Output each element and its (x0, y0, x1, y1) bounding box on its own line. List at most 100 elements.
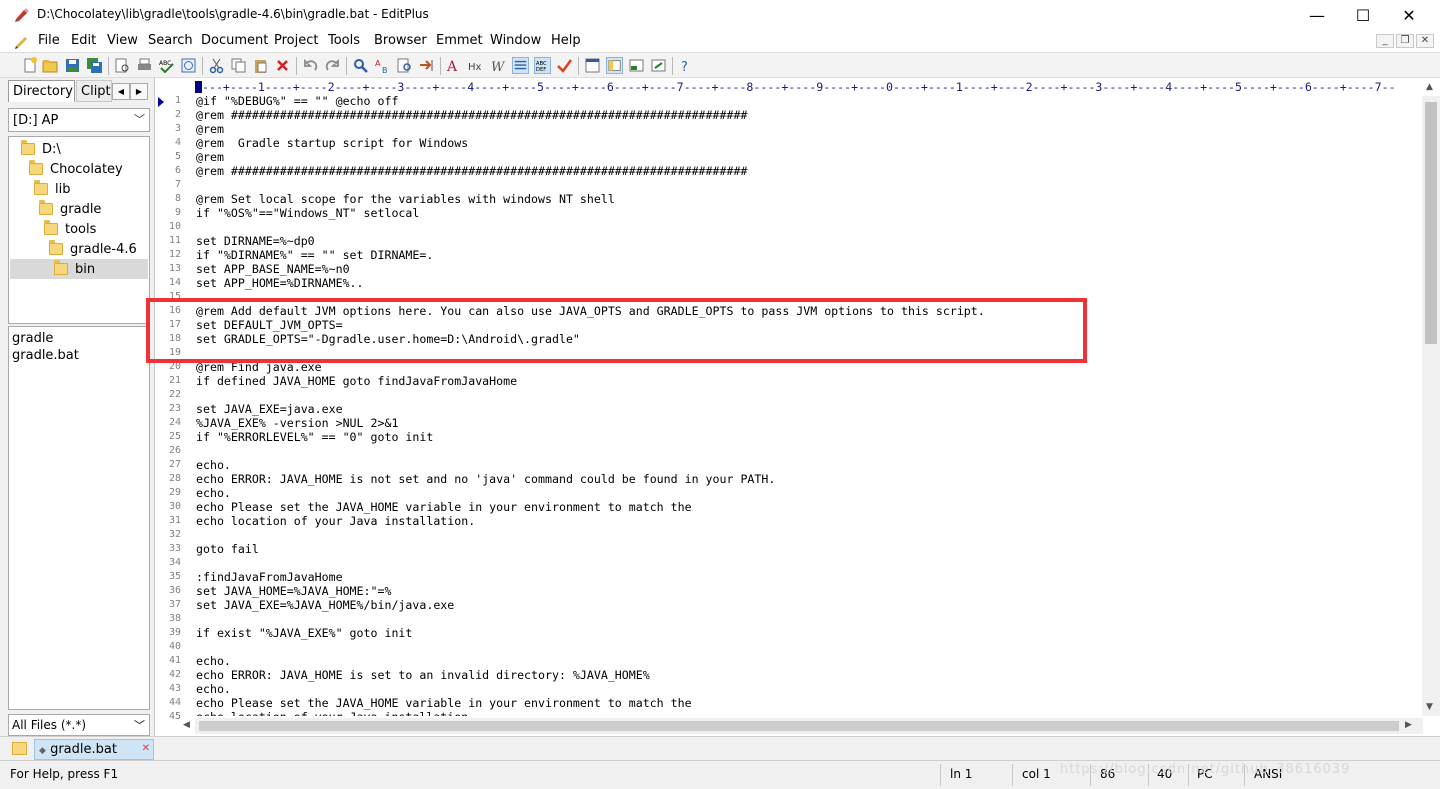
new-file-icon[interactable] (22, 57, 39, 74)
tab-directory[interactable]: Directory (8, 80, 75, 102)
window-list-icon[interactable] (584, 57, 601, 74)
menu-tools[interactable]: Tools (328, 33, 360, 48)
menu-document[interactable]: Document (201, 33, 268, 48)
tree-item-gradle[interactable]: gradle (39, 199, 101, 219)
folder-icon[interactable] (12, 742, 27, 755)
code-line: %JAVA_EXE% -version >NUL 2>&1 (196, 416, 399, 430)
menu-help[interactable]: Help (551, 33, 581, 48)
tree-item-gradle-4-6[interactable]: gradle-4.6 (49, 239, 137, 259)
open-file-icon[interactable] (42, 57, 59, 74)
doc-restore-button[interactable]: ❐ (1396, 34, 1414, 48)
editor-pane[interactable]: ----+----1----+----2----+----3----+----4… (154, 78, 1440, 736)
drive-select[interactable]: [D:] AP ﹀ (8, 108, 150, 132)
directory-tree: D:\ Chocolatey lib gradle tools gradle-4… (8, 136, 150, 324)
file-tab-gradle-bat[interactable]: ◆ gradle.bat ✕ (34, 739, 154, 760)
code-line: echo. (196, 458, 231, 472)
tree-item-tools[interactable]: tools (44, 219, 96, 239)
word-wrap-icon[interactable]: W (490, 57, 507, 74)
chevron-down-icon: ﹀ (134, 719, 145, 732)
vertical-scroll-thumb[interactable] (1425, 102, 1437, 344)
check-mark-icon[interactable] (556, 57, 573, 74)
directory-window-icon[interactable] (606, 57, 623, 74)
tree-item-label: bin (75, 261, 96, 277)
tab-cliptext[interactable]: Cliptext (76, 80, 112, 102)
font-icon[interactable]: A (446, 57, 463, 74)
folder-icon (39, 200, 53, 215)
tab-scroll-left-icon[interactable]: ◀ (112, 83, 130, 100)
output-window-icon[interactable] (650, 57, 667, 74)
status-line: ln 1 (950, 767, 973, 781)
undo-icon[interactable] (302, 57, 319, 74)
menu-edit[interactable]: Edit (71, 33, 96, 48)
line-number: 31 (168, 515, 181, 526)
help-icon[interactable]: ? (678, 57, 695, 74)
window-title: D:\Chocolatey\lib\gradle\tools\gradle-4.… (37, 7, 429, 21)
cut-icon[interactable] (208, 57, 225, 74)
line-number: 26 (168, 445, 181, 456)
vertical-scrollbar[interactable]: ▲ ▼ (1422, 82, 1440, 716)
spell-check-icon[interactable]: ABC (158, 57, 175, 74)
goto-line-icon[interactable] (418, 57, 435, 74)
save-all-icon[interactable] (86, 57, 103, 74)
replace-icon[interactable]: AB (374, 57, 391, 74)
copy-icon[interactable] (230, 57, 247, 74)
line-number: 37 (168, 599, 181, 610)
file-item-gradle[interactable]: gradle (12, 331, 53, 346)
file-filter-select[interactable]: All Files (*.*) ﹀ (8, 714, 150, 736)
close-tab-icon[interactable]: ✕ (142, 743, 150, 754)
line-number: 4 (174, 137, 181, 148)
line-number: 20 (168, 361, 181, 372)
menu-bar: File Edit View Search Document Project T… (0, 30, 1440, 52)
line-number: 22 (168, 389, 181, 400)
tree-item-d-drive[interactable]: D:\ (21, 139, 61, 159)
delete-icon[interactable] (274, 57, 291, 74)
line-number: 41 (168, 655, 181, 666)
menu-search[interactable]: Search (148, 33, 193, 48)
redo-icon[interactable] (324, 57, 341, 74)
print-icon[interactable] (136, 57, 153, 74)
line-number-icon[interactable] (512, 57, 529, 74)
maximize-button[interactable]: ☐ (1340, 0, 1386, 30)
menu-project[interactable]: Project (274, 33, 318, 48)
find-in-files-icon[interactable] (396, 57, 413, 74)
scroll-left-icon[interactable]: ◀ (183, 720, 190, 730)
menu-file[interactable]: File (38, 33, 60, 48)
save-icon[interactable] (64, 57, 81, 74)
scroll-down-icon[interactable]: ▼ (1426, 702, 1433, 712)
hex-view-icon[interactable]: Hx (468, 57, 485, 74)
menu-window[interactable]: Window (490, 33, 541, 48)
scroll-right-icon[interactable]: ▶ (1405, 720, 1412, 730)
file-item-gradle-bat[interactable]: gradle.bat (12, 348, 79, 363)
cliptext-window-icon[interactable] (628, 57, 645, 74)
ruler-icon[interactable]: ABCDEF (534, 57, 551, 74)
print-preview-icon[interactable] (114, 57, 131, 74)
svg-text:DEF: DEF (536, 67, 546, 73)
doc-minimize-button[interactable]: _ (1376, 34, 1394, 48)
menu-browser[interactable]: Browser (374, 33, 427, 48)
watermark-text: https://blog.csdn.net/github_38616039 (1060, 762, 1351, 777)
close-button[interactable]: ✕ (1386, 0, 1432, 30)
find-icon[interactable] (352, 57, 369, 74)
line-number: 28 (168, 473, 181, 484)
code-area[interactable]: @if "%DEBUG%" == "" @echo off @rem ######… (196, 94, 1411, 716)
status-help-text: For Help, press F1 (10, 767, 119, 781)
line-number: 2 (174, 109, 181, 120)
code-line: @rem Gradle startup script for Windows (196, 136, 469, 150)
tree-item-chocolatey[interactable]: Chocolatey (29, 159, 123, 179)
line-number: 19 (168, 347, 181, 358)
paste-icon[interactable] (252, 57, 269, 74)
horizontal-scroll-thumb[interactable] (199, 721, 1399, 731)
menu-view[interactable]: View (107, 33, 138, 48)
scroll-up-icon[interactable]: ▲ (1426, 82, 1433, 92)
tab-scroll-right-icon[interactable]: ▶ (130, 83, 148, 100)
tree-item-bin[interactable]: bin (10, 259, 148, 279)
ruler-cursor-marker (195, 81, 202, 93)
doc-close-button[interactable]: ✕ (1416, 34, 1434, 48)
tree-item-label: D:\ (42, 141, 61, 157)
minimize-button[interactable]: — (1294, 0, 1340, 30)
menu-emmet[interactable]: Emmet (436, 33, 483, 48)
browser-preview-icon[interactable] (180, 57, 197, 74)
horizontal-scrollbar[interactable]: ◀ ▶ (183, 718, 1423, 734)
code-line: set APP_HOME=%DIRNAME%.. (196, 276, 364, 290)
tree-item-lib[interactable]: lib (34, 179, 70, 199)
